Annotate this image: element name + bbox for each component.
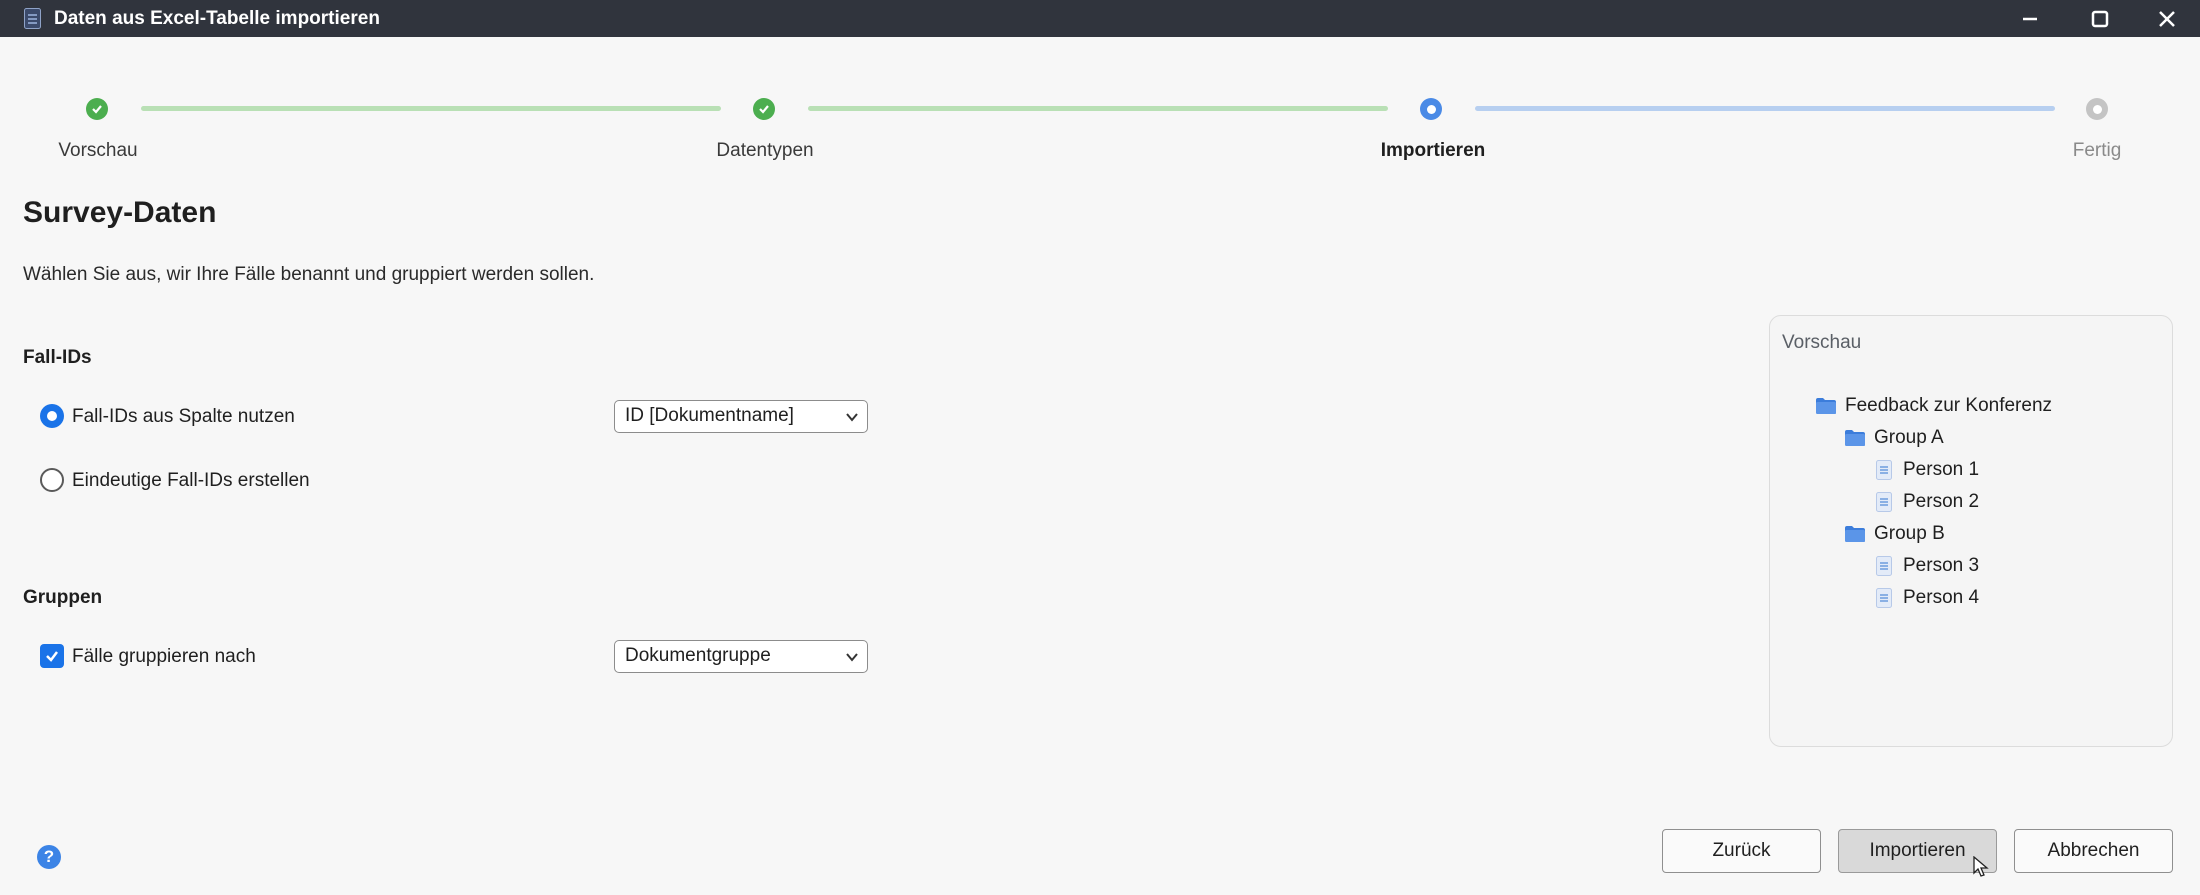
folder-icon	[1815, 396, 1837, 416]
step-label-finish: Fertig	[2072, 140, 2122, 161]
document-icon	[1873, 588, 1895, 608]
document-icon	[1873, 460, 1895, 480]
tree-root: Feedback zur Konferenz	[1815, 395, 2052, 417]
tree-case-label: Person 2	[1903, 491, 1980, 512]
page-title: Survey-Daten	[23, 196, 217, 229]
tree-case: Person 4	[1873, 587, 1979, 609]
tree-case: Person 3	[1873, 555, 1979, 577]
group-by-select-value: Dokumentgruppe	[625, 645, 771, 666]
tree-group-label: Group A	[1874, 427, 1944, 448]
minimize-button[interactable]	[2000, 0, 2060, 37]
step-4-pending-icon	[2086, 98, 2108, 120]
preview-title: Vorschau	[1782, 332, 1862, 353]
document-list-icon	[24, 8, 41, 29]
step-1-check-icon	[86, 98, 108, 120]
back-button[interactable]: Zurück	[1662, 829, 1821, 873]
section-case-ids: Fall-IDs	[23, 347, 92, 368]
tree-root-label: Feedback zur Konferenz	[1845, 395, 2053, 416]
preview-panel: Vorschau Feedback zur Konferenz Group A …	[1769, 315, 2173, 747]
step-label-preview: Vorschau	[58, 140, 138, 161]
document-icon	[1873, 556, 1895, 576]
close-button[interactable]	[2137, 0, 2197, 37]
radio-label-case-ids-from-column[interactable]: Fall-IDs aus Spalte nutzen	[72, 406, 295, 428]
help-button[interactable]: ?	[37, 845, 61, 869]
checkmark-icon	[46, 651, 58, 662]
step-label-datatypes: Datentypen	[716, 140, 814, 161]
tree-case: Person 1	[1873, 459, 1979, 481]
step-3-active-icon	[1420, 98, 1442, 120]
cancel-button[interactable]: Abbrechen	[2014, 829, 2173, 873]
tree-group: Group B	[1844, 523, 1945, 545]
chevron-down-icon	[846, 413, 858, 422]
chevron-down-icon	[846, 653, 858, 662]
case-id-column-select[interactable]: ID [Dokumentname]	[614, 400, 868, 433]
page-description: Wählen Sie aus, wir Ihre Fälle benannt u…	[23, 264, 595, 285]
checkbox-label-group-cases[interactable]: Fälle gruppieren nach	[72, 646, 256, 668]
close-icon	[2159, 10, 2175, 27]
tree-group: Group A	[1844, 427, 1944, 449]
radio-case-ids-from-column[interactable]	[40, 404, 64, 428]
step-label-import: Importieren	[1380, 140, 1486, 161]
tree-case-label: Person 1	[1903, 459, 1980, 480]
step-connector-active	[1475, 106, 2055, 111]
tree-group-label: Group B	[1874, 523, 1945, 544]
section-groups: Gruppen	[23, 587, 103, 608]
checkbox-group-cases[interactable]	[40, 644, 64, 668]
maximize-button[interactable]	[2070, 0, 2130, 37]
minimize-icon	[2023, 17, 2037, 20]
step-2-check-icon	[753, 98, 775, 120]
help-icon: ?	[43, 847, 55, 866]
radio-unique-case-ids[interactable]	[40, 468, 64, 492]
case-id-column-select-value: ID [Dokumentname]	[625, 405, 794, 426]
radio-label-unique-case-ids[interactable]: Eindeutige Fall-IDs erstellen	[72, 470, 310, 492]
window-title: Daten aus Excel-Tabelle importieren	[54, 8, 380, 29]
title-bar: Daten aus Excel-Tabelle importieren	[0, 0, 2200, 37]
step-connector-done	[808, 106, 1388, 111]
tree-case-label: Person 3	[1903, 555, 1980, 576]
maximize-icon	[2091, 10, 2109, 27]
mouse-cursor-icon	[1973, 856, 1989, 877]
tree-case-label: Person 4	[1903, 587, 1980, 608]
group-by-select[interactable]: Dokumentgruppe	[614, 640, 868, 673]
tree-case: Person 2	[1873, 491, 1979, 513]
document-icon	[1873, 492, 1895, 512]
step-connector-done	[141, 106, 721, 111]
folder-icon	[1844, 524, 1866, 544]
folder-icon	[1844, 428, 1866, 448]
